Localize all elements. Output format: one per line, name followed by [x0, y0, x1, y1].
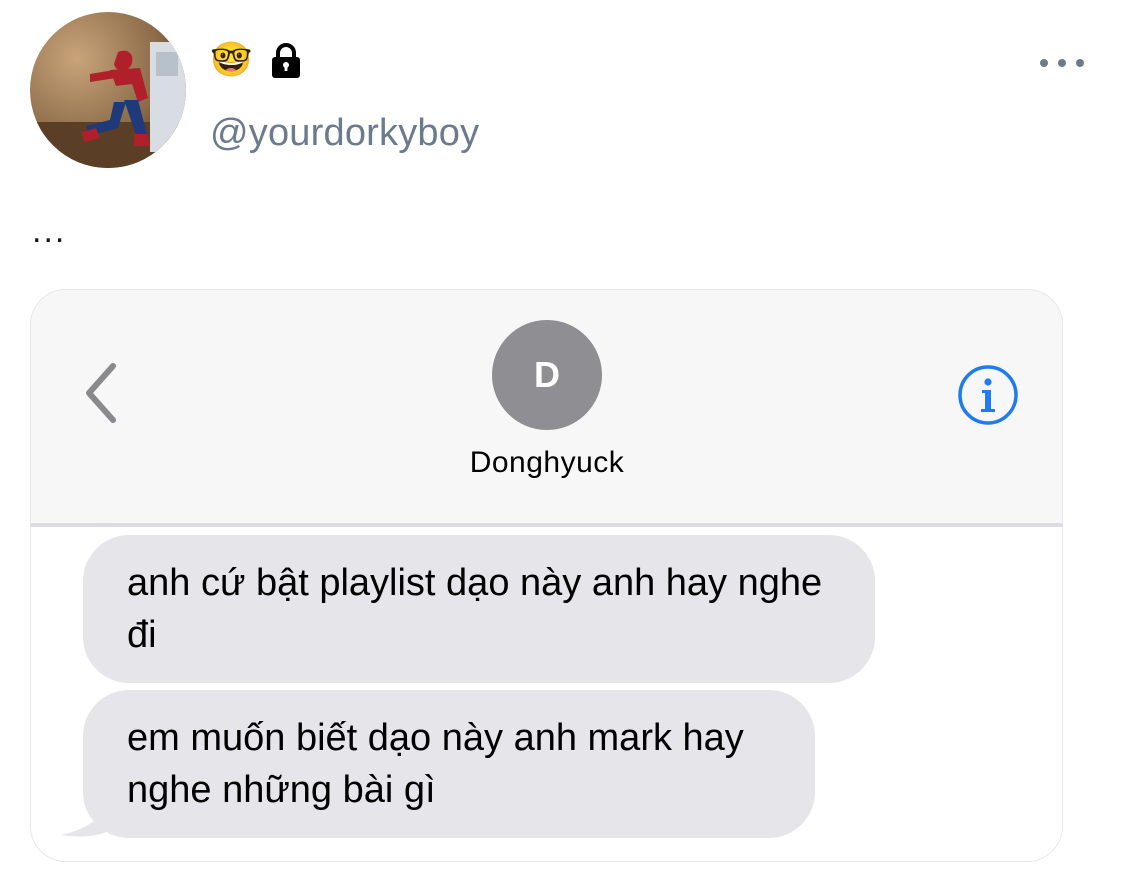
- avatar-photo: [30, 12, 186, 168]
- back-button[interactable]: [77, 358, 127, 428]
- incoming-message-bubble[interactable]: anh cứ bật playlist dạo này anh hay nghe…: [83, 535, 875, 683]
- tweet-text: ...: [32, 212, 67, 250]
- profile-avatar[interactable]: [30, 12, 186, 168]
- contact-initial: D: [534, 354, 560, 395]
- profile-name-row: 🤓: [210, 38, 306, 82]
- more-horizontal-icon: [1058, 59, 1066, 67]
- message-text: anh cứ bật playlist dạo này anh hay nghe…: [127, 562, 823, 656]
- message-text: em muốn biết dạo này anh mark hay nghe n…: [127, 717, 744, 811]
- nerd-face-emoji-icon: 🤓: [210, 41, 253, 79]
- info-button[interactable]: [956, 363, 1020, 427]
- chevron-left-icon: [86, 363, 116, 423]
- more-horizontal-icon: [1040, 59, 1048, 67]
- more-options-button[interactable]: [1040, 50, 1084, 76]
- contact-avatar[interactable]: D: [492, 320, 602, 430]
- tweet-attached-image[interactable]: D Donghyuck anh cứ bật playlist dạo này …: [30, 289, 1063, 862]
- profile-handle[interactable]: @yourdorkyboy: [210, 112, 479, 155]
- messages-header: D Donghyuck: [31, 290, 1062, 523]
- more-horizontal-icon: [1076, 59, 1084, 67]
- contact-name[interactable]: Donghyuck: [331, 446, 763, 480]
- incoming-message-bubble[interactable]: em muốn biết dạo này anh mark hay nghe n…: [83, 690, 815, 838]
- message-thread: anh cứ bật playlist dạo này anh hay nghe…: [31, 527, 1062, 861]
- info-icon: [958, 365, 1018, 425]
- lock-icon: [266, 40, 306, 80]
- message-bubble-tail: [61, 777, 117, 837]
